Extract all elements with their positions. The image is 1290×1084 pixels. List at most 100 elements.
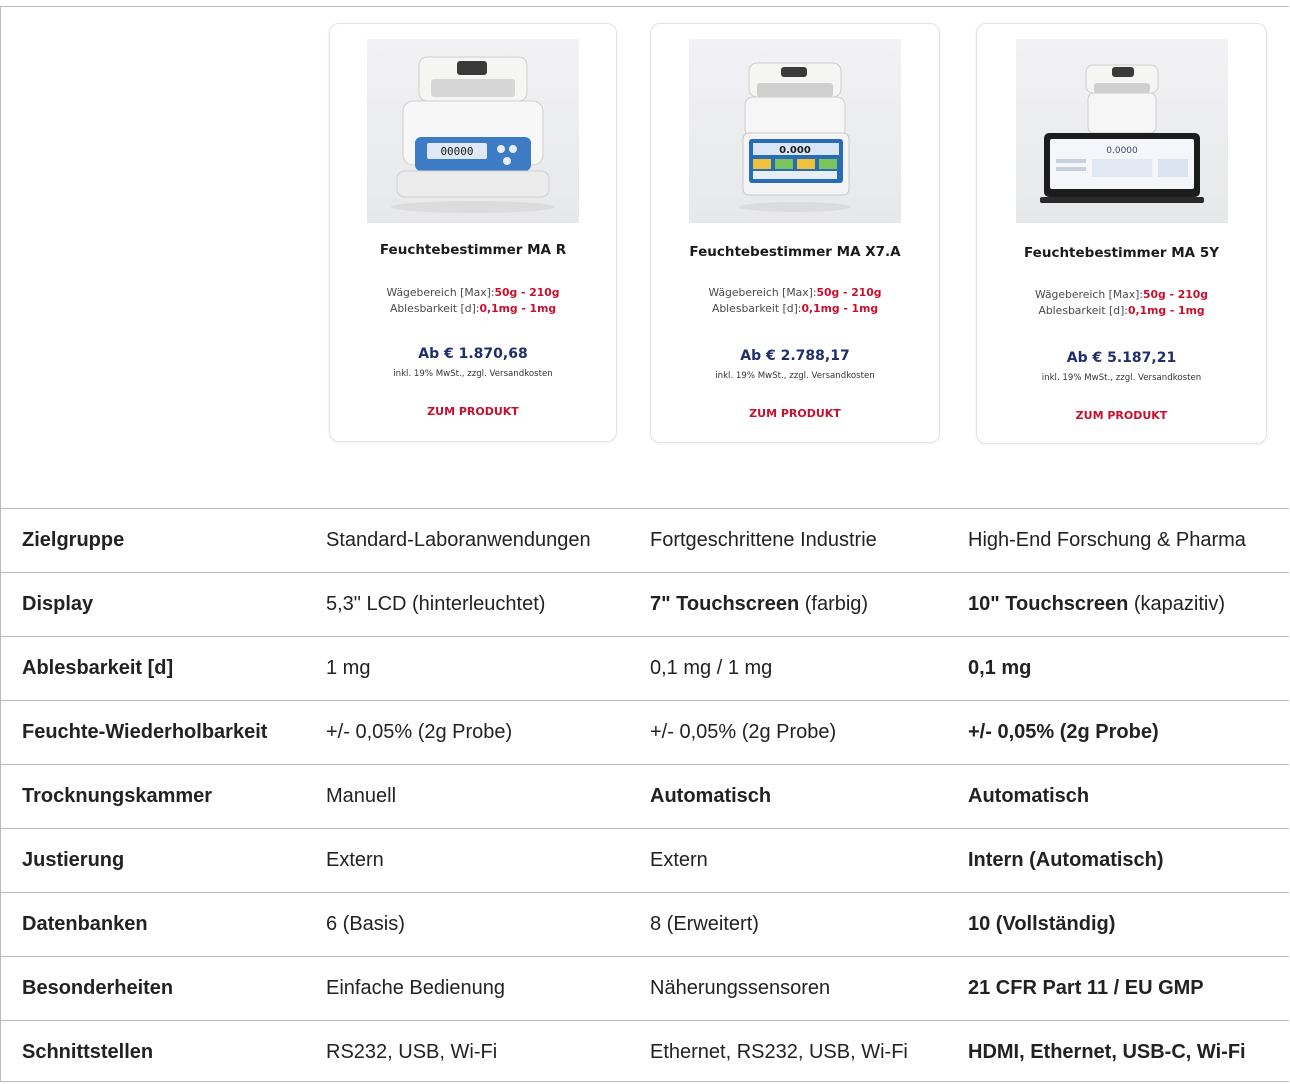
- cell-text: 8 (Erweitert): [650, 913, 759, 935]
- table-cell: Automatisch: [968, 765, 1089, 828]
- product-spec-weigh: Wägebereich [Max]:50g - 210g: [977, 287, 1266, 303]
- row-label: Ablesbarkeit [d]: [22, 657, 174, 679]
- cell-text: Extern: [326, 849, 384, 871]
- display-readout: 0.000: [779, 145, 811, 156]
- table-cell: 8 (Erweitert): [650, 893, 759, 956]
- table-cell: 6 (Basis): [326, 893, 405, 956]
- row-label: Besonderheiten: [22, 977, 174, 999]
- cell-text: HDMI, Ethernet, USB-C, Wi-Fi: [968, 1041, 1246, 1063]
- product-card-ma-x7a: 0.000 Feuchtebestimmer MA X7.A Wägeberei…: [650, 23, 940, 443]
- product-title[interactable]: Feuchtebestimmer MA X7.A: [651, 244, 939, 260]
- product-spec-readability: Ablesbarkeit [d]:0,1mg - 1mg: [651, 301, 939, 317]
- cell-text: Näherungssensoren: [650, 977, 831, 999]
- spec-value: 0,1mg - 1mg: [1127, 304, 1205, 317]
- spec-value: 0,1mg - 1mg: [479, 302, 557, 315]
- product-spec-weigh: Wägebereich [Max]:50g - 210g: [651, 285, 939, 301]
- table-cell: HDMI, Ethernet, USB-C, Wi-Fi: [968, 1021, 1246, 1084]
- product-spec-weigh: Wägebereich [Max]:50g - 210g: [330, 285, 616, 301]
- cell-text: Intern (Automatisch): [968, 849, 1164, 871]
- cell-text: High-End Forschung & Pharma: [968, 529, 1246, 551]
- table-cell: 10" Touchscreen (kapazitiv): [968, 573, 1225, 636]
- table-cell: 0,1 mg: [968, 637, 1031, 700]
- cell-text: Manuell: [326, 785, 397, 807]
- table-cell: High-End Forschung & Pharma: [968, 509, 1246, 572]
- spec-value: 0,1mg - 1mg: [801, 302, 879, 315]
- cell-text: +/- 0,05% (2g Probe): [650, 721, 837, 743]
- table-cell: 0,1 mg / 1 mg: [650, 637, 772, 700]
- display-readout: 00000: [440, 145, 473, 158]
- table-row: Ablesbarkeit [d] 1 mg 0,1 mg / 1 mg 0,1 mg: [0, 636, 1289, 700]
- table-cell: Ethernet, RS232, USB, Wi-Fi: [650, 1021, 908, 1084]
- product-title[interactable]: Feuchtebestimmer MA R: [330, 242, 616, 258]
- table-cell: Automatisch: [650, 765, 771, 828]
- cell-text: 5,3" LCD (hinterleuchtet): [326, 593, 546, 615]
- table-cell: Manuell: [326, 765, 396, 828]
- cell-text: Fortgeschrittene Industrie: [650, 529, 877, 551]
- cell-text: RS232, USB, Wi-Fi: [326, 1041, 498, 1063]
- cell-text: Automatisch: [650, 785, 772, 807]
- table-row: Zielgruppe Standard-Laboranwendungen Fortg…: [0, 508, 1289, 572]
- table-row: Datenbanken 6 (Basis) 8 (Erweitert) 10 (Vol…: [0, 892, 1289, 956]
- spec-label: Wägebereich [Max]:: [1034, 288, 1143, 301]
- product-card-ma-r: 00000 Feuchtebestimmer MA R Wägebereich …: [329, 23, 617, 442]
- table-cell: Standard-Laboranwendungen: [326, 509, 591, 572]
- table-cell: Intern (Automatisch): [968, 829, 1164, 892]
- table-cell: RS232, USB, Wi-Fi: [326, 1021, 497, 1084]
- product-image-ma-r[interactable]: 00000: [367, 39, 579, 223]
- table-row: Trocknungskammer Manuell Automatisch Automa…: [0, 764, 1289, 828]
- table-cell: +/- 0,05% (2g Probe): [326, 701, 512, 764]
- table-row: Schnittstellen RS232, USB, Wi-Fi Ethernet,…: [0, 1020, 1289, 1084]
- product-price: Ab € 2.788,17: [740, 348, 850, 364]
- spec-value: 50g - 210g: [1143, 288, 1209, 301]
- row-label: Feuchte-Wiederholbarkeit: [22, 721, 268, 743]
- product-link[interactable]: ZUM PRODUKT: [977, 409, 1266, 422]
- product-title[interactable]: Feuchtebestimmer MA 5Y: [977, 245, 1266, 261]
- product-image-ma-x7a[interactable]: 0.000: [689, 39, 901, 223]
- spec-label: Wägebereich [Max]:: [708, 286, 817, 299]
- tax-note: inkl. 19% MwSt., zzgl. Versandkosten: [1041, 373, 1202, 383]
- display-readout: 0.0000: [1106, 146, 1138, 156]
- row-label: Trocknungskammer: [22, 785, 213, 807]
- cell-text: (farbig): [799, 593, 869, 615]
- cell-text: +/- 0,05% (2g Probe): [326, 721, 513, 743]
- table-row: Justierung Extern Extern Intern (Automatisc…: [0, 828, 1289, 892]
- spec-label: Wägebereich [Max]:: [386, 286, 495, 299]
- table-cell: 21 CFR Part 11 / EU GMP: [968, 957, 1204, 1020]
- table-row: Display 5,3" LCD (hinterleuchtet) 7" Touch…: [0, 572, 1289, 636]
- cell-text: 21 CFR Part 11 / EU GMP: [968, 977, 1204, 999]
- spec-label: Ablesbarkeit [d]:: [389, 302, 480, 315]
- row-label: Zielgruppe: [22, 529, 125, 551]
- tax-note: inkl. 19% MwSt., zzgl. Versandkosten: [393, 369, 553, 379]
- table-cell: +/- 0,05% (2g Probe): [968, 701, 1159, 764]
- table-cell: 5,3" LCD (hinterleuchtet): [326, 573, 545, 636]
- table-cell: 1 mg: [326, 637, 370, 700]
- table-cell: Extern: [326, 829, 384, 892]
- product-price: Ab € 5.187,21: [1066, 350, 1177, 366]
- cell-text: 1 mg: [326, 657, 371, 679]
- tax-note: inkl. 19% MwSt., zzgl. Versandkosten: [715, 371, 875, 381]
- cell-text: Standard-Laboranwendungen: [326, 529, 591, 551]
- table-row: Besonderheiten Einfache Bedienung Näherung…: [0, 956, 1289, 1020]
- table-cell: Einfache Bedienung: [326, 957, 505, 1020]
- cell-text: 6 (Basis): [326, 913, 405, 935]
- spec-value: 50g - 210g: [816, 286, 882, 299]
- cell-text: 10 (Vollständig): [968, 913, 1116, 935]
- product-price: Ab € 1.870,68: [418, 346, 528, 362]
- table-cell: Fortgeschrittene Industrie: [650, 509, 877, 572]
- table-row: Feuchte-Wiederholbarkeit +/- 0,05% (2g Pr…: [0, 700, 1289, 764]
- row-label: Justierung: [22, 849, 125, 871]
- comparison-table: Zielgruppe Standard-Laboranwendungen Fortg…: [0, 508, 1289, 1084]
- cell-text: 7" Touchscreen: [650, 593, 800, 615]
- cell-text: 10" Touchscreen: [968, 593, 1129, 615]
- product-image-ma-5y[interactable]: 0.0000: [1015, 39, 1228, 223]
- spec-label: Ablesbarkeit [d]:: [711, 302, 802, 315]
- table-cell: Extern: [650, 829, 708, 892]
- table-cell: Näherungssensoren: [650, 957, 830, 1020]
- table-cell: 7" Touchscreen (farbig): [650, 573, 868, 636]
- product-link[interactable]: ZUM PRODUKT: [651, 407, 939, 420]
- table-cell: +/- 0,05% (2g Probe): [650, 701, 836, 764]
- cell-text: Einfache Bedienung: [326, 977, 506, 999]
- product-link[interactable]: ZUM PRODUKT: [330, 405, 616, 418]
- cell-text: Ethernet, RS232, USB, Wi-Fi: [650, 1041, 908, 1063]
- cell-text: +/- 0,05% (2g Probe): [968, 721, 1159, 743]
